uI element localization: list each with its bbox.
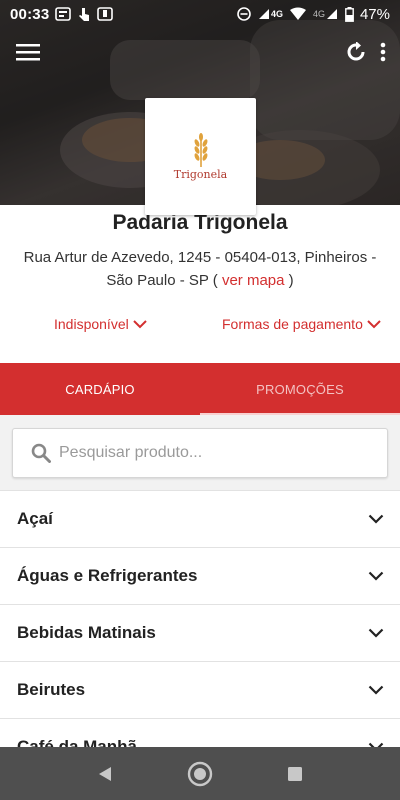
tabs: CARDÁPIO PROMOÇÕES [0,363,400,415]
tab-promocoes[interactable]: PROMOÇÕES [200,363,400,415]
store-address: Rua Artur de Azevedo, 1245 - 05404-013, … [10,246,390,292]
chevron-down-icon [133,319,147,328]
category-item[interactable]: Açaí [0,490,400,547]
view-map-link[interactable]: ver mapa [222,272,285,289]
category-label: Beirutes [17,680,86,699]
category-item[interactable]: Bebidas Matinais [0,604,400,661]
chevron-down-icon [368,685,384,695]
recents-icon[interactable] [286,765,304,783]
search-input[interactable] [59,444,359,462]
store-info: Padaria Trigonela Rua Artur de Azevedo, … [0,205,400,363]
search-icon [31,443,51,463]
refresh-icon[interactable] [346,42,366,62]
network-icon: 4G [257,7,283,21]
chevron-down-icon [368,514,384,524]
battery-percent: 47% [359,5,390,23]
menu-icon[interactable] [16,43,40,61]
network-label: 4G [270,9,283,19]
address-text: Rua Artur de Azevedo, 1245 - 05404-013, … [23,249,377,289]
signal-icon: 4G [313,7,339,21]
payment-dropdown[interactable]: Formas de pagamento [222,316,381,332]
wheat-logo-icon [194,132,207,167]
logo-text: Trigonela [173,167,228,181]
chevron-down-icon [368,628,384,638]
category-list: Açaí Águas e Refrigerantes Bebidas Matin… [0,490,400,775]
touch-icon [77,6,91,22]
chevron-down-icon [367,319,381,328]
category-label: Bebidas Matinais [17,623,156,642]
more-vert-icon[interactable] [380,42,386,62]
category-label: Águas e Refrigerantes [17,566,198,585]
home-icon[interactable] [187,761,213,787]
system-nav-bar [0,747,400,800]
availability-dropdown[interactable]: Indisponível [54,316,147,332]
tab-indicator [200,413,400,415]
payment-label: Formas de pagamento [222,316,363,332]
back-icon[interactable] [96,765,114,783]
search-area [0,415,400,490]
dnd-icon [237,7,251,21]
tab-cardapio[interactable]: CARDÁPIO [0,363,200,415]
category-item[interactable]: Águas e Refrigerantes [0,547,400,604]
app-bar [0,28,400,76]
category-item[interactable]: Beirutes [0,661,400,718]
cast-icon [97,7,114,21]
battery-icon [345,6,354,22]
search-box[interactable] [12,428,388,478]
chevron-down-icon [368,571,384,581]
wifi-icon [289,7,307,21]
notification-icon [55,7,72,21]
network2-label: 4G [312,9,325,19]
status-time: 00:33 [10,5,50,23]
status-bar: 00:33 4G 4G 47% [0,0,400,28]
availability-label: Indisponível [54,316,129,332]
store-logo: Trigonela [145,98,256,215]
category-label: Açaí [17,509,53,528]
address-end: ) [288,272,294,289]
